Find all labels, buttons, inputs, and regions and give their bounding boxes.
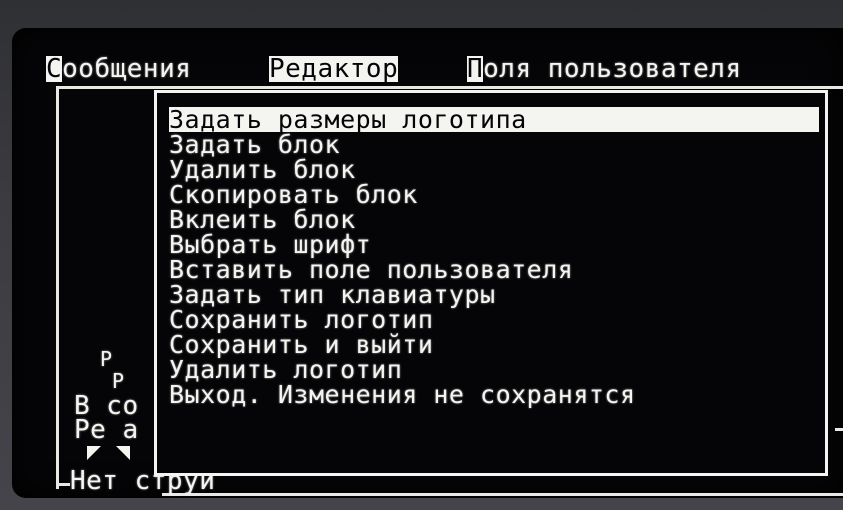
menu-item-save-and-exit[interactable]: Сохранить и выйти <box>169 332 819 357</box>
menu-item-insert-user-field[interactable]: Вставить поле пользователя <box>169 257 819 282</box>
triangle-right-icon <box>116 446 130 460</box>
menu-messages-label: ообщения <box>62 54 192 84</box>
background-window-right-tick <box>835 428 843 431</box>
editor-dropdown-menu: Задать размеры логотипа Задать блок Удал… <box>154 90 828 476</box>
menu-item-delete-logo[interactable]: Удалить логотип <box>169 357 819 382</box>
background-window-bottom-border <box>162 493 843 496</box>
menu-item-choose-font[interactable]: Выбрать шрифт <box>169 232 819 257</box>
background-window-left-tick <box>56 483 70 486</box>
menu-item-save-logo[interactable]: Сохранить логотип <box>169 307 819 332</box>
menu-item-copy-block[interactable]: Скопировать блок <box>169 182 819 207</box>
background-fragment-1: Р <box>100 347 113 371</box>
menu-item-set-keyboard-type[interactable]: Задать тип клавиатуры <box>169 282 819 307</box>
editor-menu-list: Задать размеры логотипа Задать блок Удал… <box>169 107 819 407</box>
menu-item-set-logo-size[interactable]: Задать размеры логотипа <box>169 107 819 132</box>
menu-messages-cursor: С <box>46 54 63 84</box>
background-line-2: Ре а <box>74 415 139 445</box>
menu-item-paste-block[interactable]: Вклеить блок <box>169 207 819 232</box>
terminal-screen: Сообщения Редактор Поля пользователя Р Р… <box>12 28 843 498</box>
menu-editor[interactable]: Редактор <box>269 56 399 82</box>
triangle-left-icon <box>87 446 101 460</box>
menu-item-exit-without-saving[interactable]: Выход. Изменения не сохранятся <box>169 382 819 407</box>
menu-item-set-block[interactable]: Задать блок <box>169 132 819 157</box>
menu-user-fields-label: оля пользователя <box>483 54 742 84</box>
menu-messages[interactable]: Сообщения <box>46 56 191 82</box>
menu-user-fields-cursor: П <box>467 54 484 84</box>
menu-user-fields[interactable]: Поля пользователя <box>467 56 742 82</box>
menu-item-delete-block[interactable]: Удалить блок <box>169 157 819 182</box>
